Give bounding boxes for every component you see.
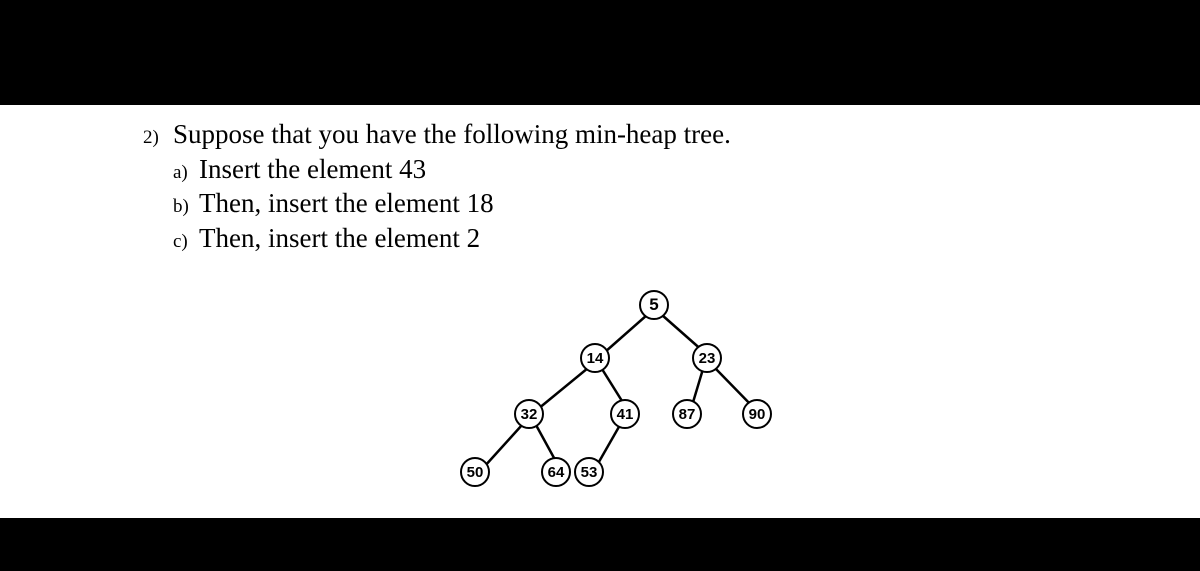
part-b: b) Then, insert the element 18 [173,186,1043,221]
content-area: 2) Suppose that you have the following m… [0,105,1200,518]
tree-node-87: 87 [672,399,702,429]
tree-node-14: 14 [580,343,610,373]
tree-node-41: 41 [610,399,640,429]
tree-node-root: 5 [639,290,669,320]
part-c-label: c) [173,230,199,254]
part-a-text: Insert the element 43 [199,152,426,187]
part-c: c) Then, insert the element 2 [173,221,1043,256]
question-number: 2) [143,126,173,150]
part-a: a) Insert the element 43 [173,152,1043,187]
part-a-label: a) [173,161,199,185]
part-c-text: Then, insert the element 2 [199,221,480,256]
question-block: 2) Suppose that you have the following m… [143,117,1043,255]
tree-node-90: 90 [742,399,772,429]
page: 2) Suppose that you have the following m… [0,0,1200,571]
part-b-label: b) [173,195,199,219]
part-b-text: Then, insert the element 18 [199,186,494,221]
tree-node-53: 53 [574,457,604,487]
tree-node-23: 23 [692,343,722,373]
tree-node-50: 50 [460,457,490,487]
heap-tree-diagram: 5 14 23 32 41 87 90 50 64 53 [455,287,795,512]
tree-node-32: 32 [514,399,544,429]
question-line: 2) Suppose that you have the following m… [143,117,1043,152]
tree-node-64: 64 [541,457,571,487]
question-text: Suppose that you have the following min-… [173,117,731,152]
